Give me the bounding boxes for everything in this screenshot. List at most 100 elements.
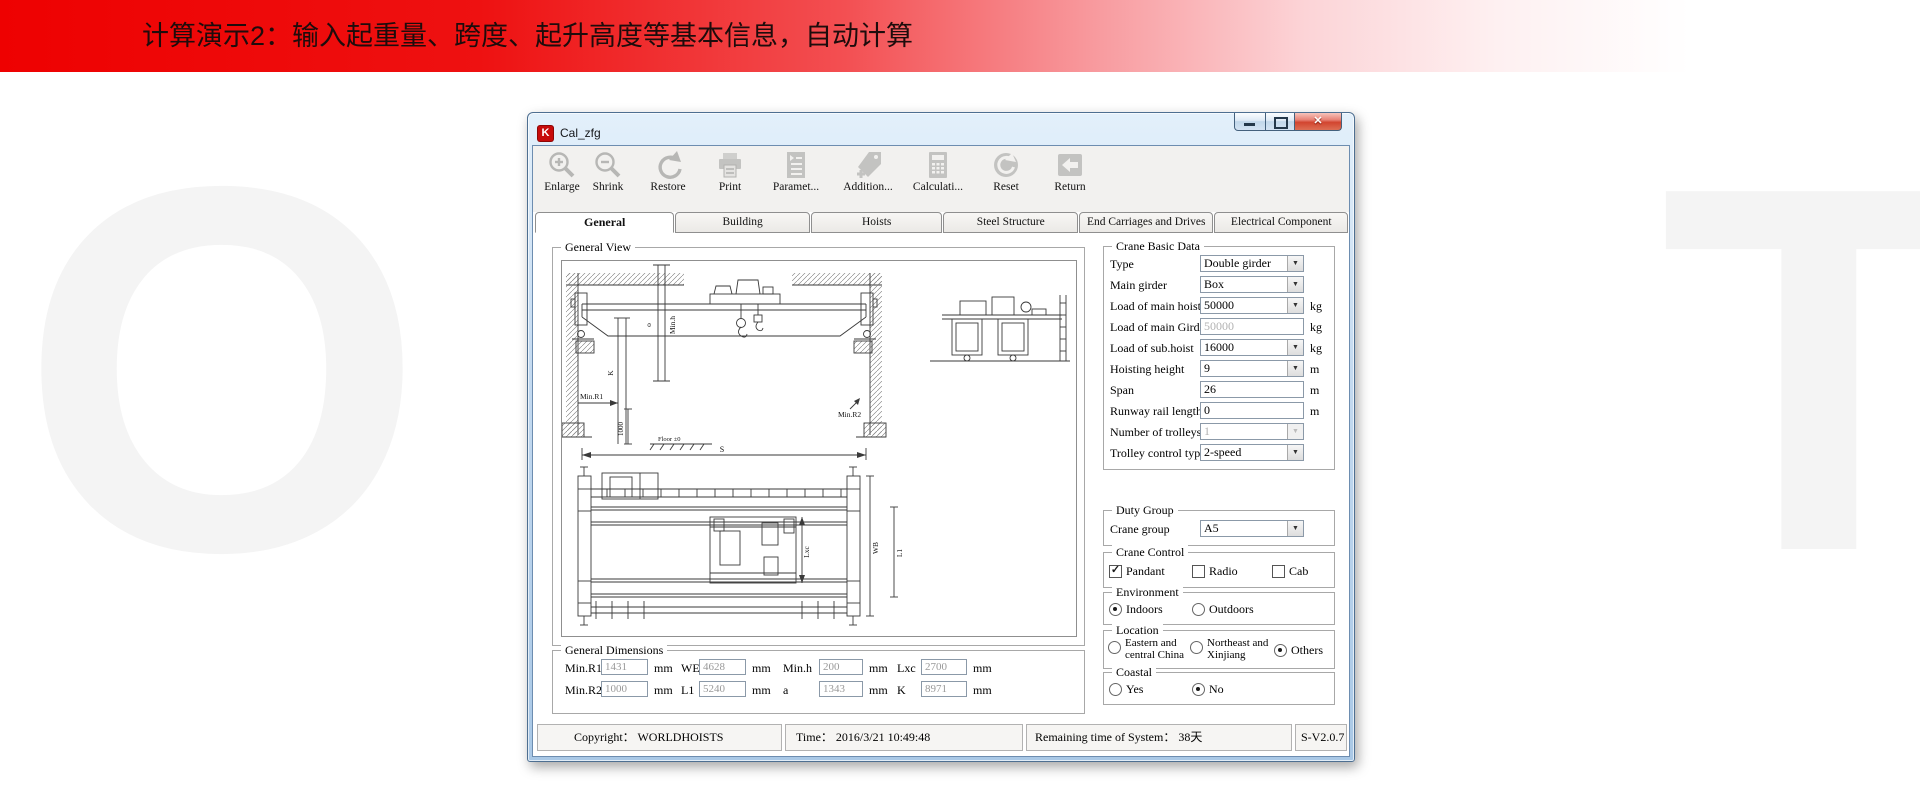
select-value: 2-speed [1201,445,1287,460]
number-of-trolleys-select: 1 ▼ [1200,423,1304,440]
indoors-radio[interactable]: Indoors [1109,602,1163,617]
select-value: 1 [1201,424,1287,439]
environment-group: Environment Indoors Outdoors [1103,592,1335,625]
tab-end-carriages[interactable]: End Carriages and Drives [1079,212,1214,233]
dim-unit: mm [973,661,992,676]
field-label: Main girder [1110,278,1167,293]
select-value: A5 [1201,521,1287,536]
field-label: Crane group [1110,522,1170,537]
dim-field[interactable]: 1000 [601,681,648,697]
title-bar[interactable]: K Cal_zfg ✕ [528,113,1354,145]
option-label: Yes [1126,682,1143,697]
outdoors-radio[interactable]: Outdoors [1192,602,1254,617]
tab-general[interactable]: General [535,212,674,233]
chevron-down-icon[interactable]: ▼ [1287,277,1303,292]
select-value: Double girder [1201,256,1287,271]
option-label: Others [1291,643,1323,658]
radio-icon [1109,683,1122,696]
radio-icon [1274,644,1287,657]
drawing-label-floor: Floor ±0 [658,436,681,443]
minimize-button[interactable] [1234,113,1266,131]
status-remaining-time: Remaining time of System： 38天 [1026,724,1292,751]
load-sub-hoist-select[interactable]: 16000 ▼ [1200,339,1304,356]
field-unit: m [1310,404,1319,419]
addition-button[interactable]: Addition... [839,147,897,210]
toolbar-button-label: Calculati... [909,181,967,193]
crane-group-select[interactable]: A5 ▼ [1200,520,1304,537]
chevron-down-icon[interactable]: ▼ [1287,361,1303,376]
dim-unit: mm [654,661,673,676]
general-view-drawing: o Min.h K Min.R1 Min.R2 1000 Floor ±0 S … [561,260,1077,637]
group-legend: Coastal [1112,665,1156,680]
dim-field[interactable]: 200 [819,659,863,675]
tab-hoists[interactable]: Hoists [811,212,943,233]
field-label: Number of trolleys [1110,425,1201,440]
tab-steel-structure[interactable]: Steel Structure [943,212,1078,233]
back-arrow-icon [1041,149,1099,181]
parameters-button[interactable]: Paramet... [767,147,825,210]
span-field[interactable]: 26 [1200,381,1304,398]
maximize-button[interactable] [1266,113,1294,131]
maximize-icon [1274,117,1288,129]
dim-field[interactable]: 4628 [699,659,746,675]
dim-field[interactable]: 1343 [819,681,863,697]
option-label: Indoors [1126,602,1163,617]
reset-button[interactable]: Reset [977,147,1035,210]
dim-field[interactable]: 5240 [699,681,746,697]
shrink-button[interactable]: Shrink [579,147,637,210]
checkbox-icon [1192,565,1205,578]
dim-label: K [897,683,906,698]
toolbar-button-label: Reset [977,181,1035,193]
field-unit: kg [1310,299,1322,314]
drawing-label-min-h: Min.h [668,316,677,334]
radio-icon [1190,641,1203,654]
duty-group: Duty Group Crane group A5 ▼ [1103,510,1335,546]
chevron-down-icon[interactable]: ▼ [1287,340,1303,355]
dim-field[interactable]: 2700 [921,659,967,675]
type-select[interactable]: Double girder ▼ [1200,255,1304,272]
minimize-icon [1244,123,1255,126]
others-radio[interactable]: Others [1274,643,1323,658]
toolbar: Enlarge Shrink Restore [533,146,1349,213]
dim-label: Min.R2 [565,683,602,698]
field-unit: kg [1310,341,1322,356]
background-watermark-letter: O [20,110,424,630]
calculation-button[interactable]: Calculati... [909,147,967,210]
status-version: S-V2.0.7 [1295,724,1347,751]
radio-icon [1108,641,1121,654]
coastal-yes-radio[interactable]: Yes [1109,682,1143,697]
toolbar-button-label: Paramet... [767,181,825,193]
trolley-control-type-select[interactable]: 2-speed ▼ [1200,444,1304,461]
toolbar-button-label: Restore [639,181,697,193]
chevron-down-icon[interactable]: ▼ [1287,445,1303,460]
tab-building[interactable]: Building [675,212,810,233]
chevron-down-icon[interactable]: ▼ [1287,256,1303,271]
toolbar-button-label: Shrink [579,181,637,193]
location-group: Location Eastern and central China North… [1103,630,1335,669]
hoisting-height-select[interactable]: 9 ▼ [1200,360,1304,377]
crane-basic-data-group: Crane Basic Data Type Double girder ▼ Ma… [1103,246,1335,470]
checkbox-checked-icon: ✓ [1109,565,1122,578]
main-girder-select[interactable]: Box ▼ [1200,276,1304,293]
print-button[interactable]: Print [701,147,759,210]
close-button[interactable]: ✕ [1294,113,1342,131]
field-unit: m [1310,383,1319,398]
pandant-checkbox[interactable]: ✓ Pandant [1109,564,1165,579]
tab-electrical[interactable]: Electrical Component [1214,212,1348,233]
restore-button[interactable]: Restore [639,147,697,210]
cab-checkbox[interactable]: Cab [1272,564,1308,579]
dim-field[interactable]: 8971 [921,681,967,697]
chevron-down-icon[interactable]: ▼ [1287,298,1303,313]
load-main-hoist-select[interactable]: 50000 ▼ [1200,297,1304,314]
eastern-central-china-radio[interactable]: Eastern and central China [1108,637,1186,661]
field-label: Span [1110,383,1134,398]
return-button[interactable]: Return [1041,147,1099,210]
dim-field[interactable]: 1431 [601,659,648,675]
northeast-xinjiang-radio[interactable]: Northeast and Xinjiang [1190,637,1272,661]
radio-checkbox[interactable]: Radio [1192,564,1238,579]
field-label: Load of main Girder [1110,320,1209,335]
runway-rail-length-field[interactable]: 0 [1200,402,1304,419]
undo-arrow-icon [639,149,697,181]
coastal-no-radio[interactable]: No [1192,682,1224,697]
chevron-down-icon[interactable]: ▼ [1287,521,1303,536]
